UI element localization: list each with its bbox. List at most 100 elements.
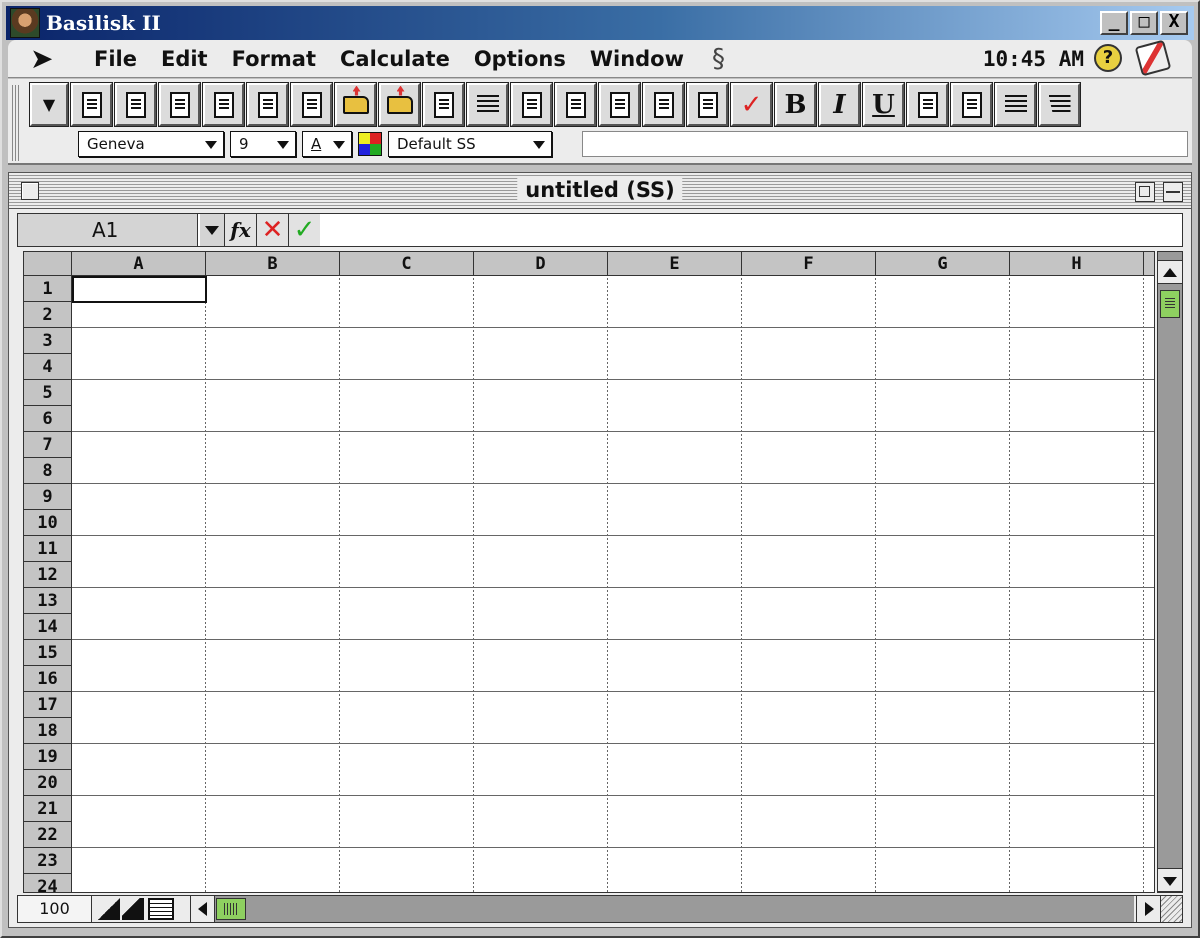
row-header[interactable]: 22 <box>24 822 72 848</box>
italic-button[interactable]: I <box>818 82 861 127</box>
font-popup[interactable]: Geneva <box>78 131 224 157</box>
function-button[interactable]: fx <box>224 214 256 246</box>
zoom-level[interactable]: 100 <box>18 896 92 922</box>
cell-reference-dropdown[interactable] <box>200 214 224 246</box>
row-header[interactable]: 6 <box>24 406 72 432</box>
zoom-in-mountain-icon[interactable] <box>122 898 144 920</box>
maximize-button[interactable]: □ <box>1130 11 1158 35</box>
new-paint-button[interactable] <box>158 82 201 127</box>
new-spreadsheet-button[interactable] <box>202 82 245 127</box>
save-button[interactable] <box>378 82 421 127</box>
sort-button[interactable] <box>906 82 949 127</box>
undo-button[interactable] <box>554 82 597 127</box>
column-header-c[interactable]: C <box>340 252 474 276</box>
cell-area[interactable] <box>72 276 1154 892</box>
paste-button[interactable] <box>686 82 729 127</box>
emulator-title-bar[interactable]: Basilisk II _ □ X <box>6 6 1194 40</box>
row-header[interactable]: 19 <box>24 744 72 770</box>
button-bar-dropdown[interactable]: ▼ <box>29 82 69 127</box>
scroll-right-arrow-icon[interactable] <box>1136 896 1160 922</box>
row-header[interactable]: 12 <box>24 562 72 588</box>
row-header[interactable]: 1 <box>24 276 72 302</box>
application-menu-icon[interactable] <box>1134 39 1172 77</box>
select-all-corner[interactable] <box>24 252 72 276</box>
toolbar-grip[interactable] <box>12 85 20 161</box>
align-left-button[interactable] <box>994 82 1037 127</box>
document-title-bar[interactable]: untitled (SS) <box>9 173 1191 209</box>
active-cell-a1[interactable] <box>72 276 207 303</box>
row-header[interactable]: 7 <box>24 432 72 458</box>
new-communications-button[interactable] <box>290 82 333 127</box>
cut-button[interactable] <box>598 82 641 127</box>
menu-options[interactable]: Options <box>474 47 566 71</box>
underline-button[interactable]: U <box>862 82 905 127</box>
row-header[interactable]: 18 <box>24 718 72 744</box>
minimize-button[interactable]: _ <box>1100 11 1128 35</box>
collapse-box-icon[interactable] <box>1163 182 1183 202</box>
vertical-scroll-thumb[interactable] <box>1160 290 1180 318</box>
column-header-d[interactable]: D <box>474 252 608 276</box>
size-popup[interactable]: 9 <box>230 131 296 157</box>
row-header[interactable]: 8 <box>24 458 72 484</box>
scroll-left-arrow-icon[interactable] <box>190 896 214 922</box>
row-header[interactable]: 9 <box>24 484 72 510</box>
column-header-partial[interactable] <box>1144 252 1154 276</box>
align-right-button[interactable] <box>1038 82 1081 127</box>
zoom-box-icon[interactable] <box>1135 182 1155 202</box>
row-header[interactable]: 14 <box>24 614 72 640</box>
row-header[interactable]: 3 <box>24 328 72 354</box>
column-header-e[interactable]: E <box>608 252 742 276</box>
row-header[interactable]: 15 <box>24 640 72 666</box>
scroll-down-arrow-icon[interactable] <box>1158 868 1182 892</box>
column-header-g[interactable]: G <box>876 252 1010 276</box>
vertical-scrollbar[interactable] <box>1157 251 1183 893</box>
new-database-button[interactable] <box>246 82 289 127</box>
close-button[interactable]: X <box>1160 11 1188 35</box>
cell-reference[interactable]: A1 <box>18 214 198 246</box>
horizontal-scroll-thumb[interactable] <box>216 898 246 920</box>
layout-button[interactable] <box>466 82 509 127</box>
column-header-b[interactable]: B <box>206 252 340 276</box>
style-popup[interactable]: A <box>302 131 352 157</box>
zoom-out-mountain-icon[interactable] <box>98 898 120 920</box>
accept-entry-button[interactable]: ✓ <box>288 214 320 246</box>
scripts-menu-icon[interactable]: § <box>712 44 725 74</box>
insert-file-button[interactable] <box>422 82 465 127</box>
row-header[interactable]: 20 <box>24 770 72 796</box>
row-header[interactable]: 23 <box>24 848 72 874</box>
copy-button[interactable] <box>642 82 685 127</box>
page-view-icon[interactable] <box>148 898 174 920</box>
new-drawing-button[interactable] <box>114 82 157 127</box>
toolbar-entry-field[interactable] <box>582 131 1188 157</box>
row-header[interactable]: 10 <box>24 510 72 536</box>
help-menu-icon[interactable]: ? <box>1094 44 1122 72</box>
cancel-entry-button[interactable]: ✕ <box>256 214 288 246</box>
row-header[interactable]: 11 <box>24 536 72 562</box>
menu-window[interactable]: Window <box>590 47 684 71</box>
row-header[interactable]: 16 <box>24 666 72 692</box>
row-header[interactable]: 17 <box>24 692 72 718</box>
menu-format[interactable]: Format <box>232 47 316 71</box>
print-button[interactable] <box>510 82 553 127</box>
column-header-a[interactable]: A <box>72 252 206 276</box>
new-text-document-button[interactable] <box>70 82 113 127</box>
fill-button[interactable] <box>950 82 993 127</box>
row-header[interactable]: 13 <box>24 588 72 614</box>
spreadsheet-grid[interactable]: A B C D E F G H 1 2 3 4 5 6 7 8 9 10 11 … <box>23 251 1155 893</box>
spell-check-button[interactable]: ✓ <box>730 82 773 127</box>
row-header[interactable]: 2 <box>24 302 72 328</box>
open-button[interactable] <box>334 82 377 127</box>
row-header[interactable]: 4 <box>24 354 72 380</box>
close-box-icon[interactable] <box>21 182 39 200</box>
scroll-up-arrow-icon[interactable] <box>1158 260 1182 284</box>
row-header[interactable]: 21 <box>24 796 72 822</box>
stylesheet-popup[interactable]: Default SS <box>388 131 552 157</box>
column-header-f[interactable]: F <box>742 252 876 276</box>
bold-button[interactable]: B <box>774 82 817 127</box>
resize-grip-icon[interactable] <box>1160 896 1182 922</box>
horizontal-scrollbar[interactable] <box>214 896 1134 922</box>
row-header[interactable]: 5 <box>24 380 72 406</box>
color-palette-icon[interactable] <box>358 132 382 156</box>
menubar-clock[interactable]: 10:45 AM <box>983 47 1084 71</box>
menu-file[interactable]: File <box>94 47 137 71</box>
